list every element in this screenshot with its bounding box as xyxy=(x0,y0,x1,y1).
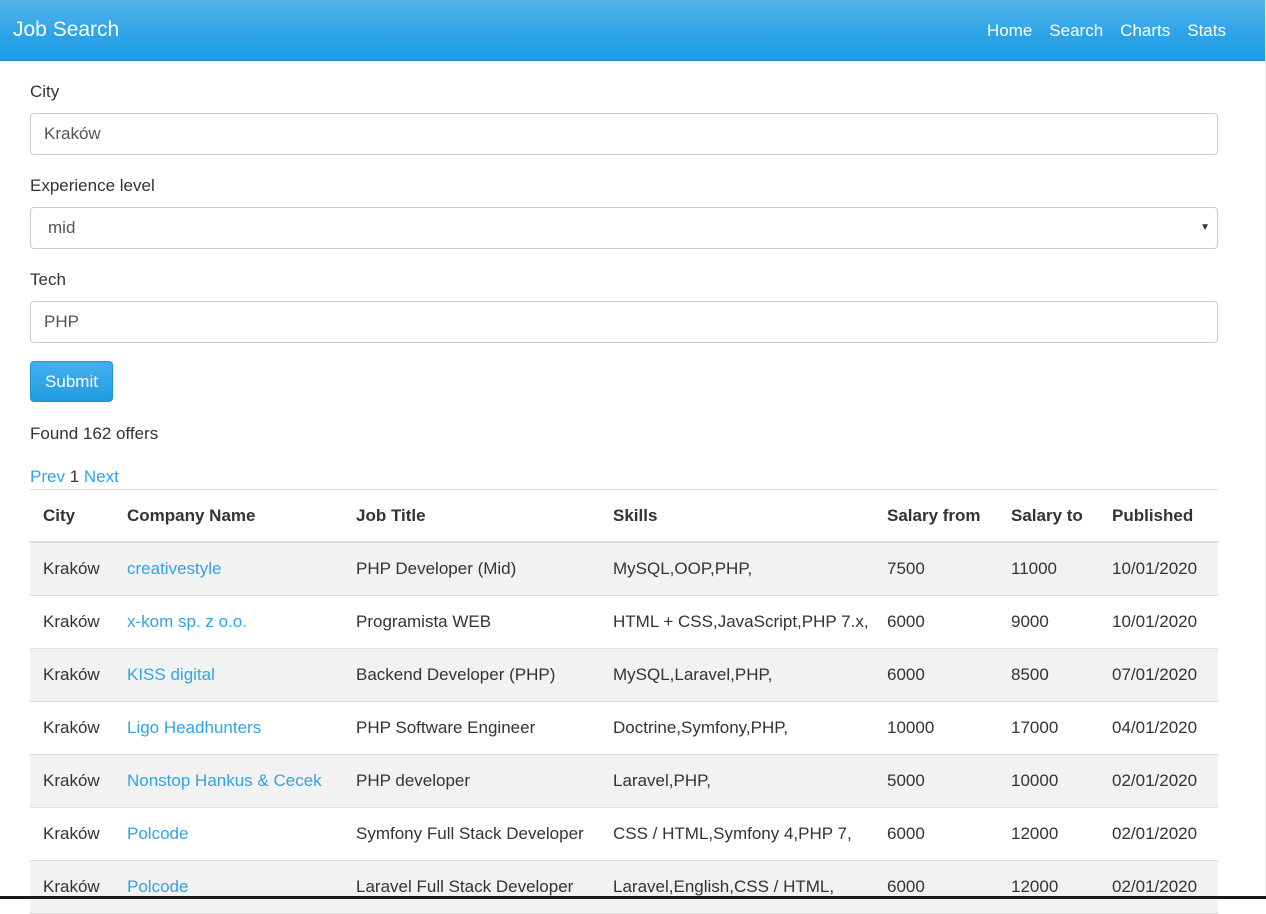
top-navbar: Job Search Home Search Charts Stats xyxy=(0,0,1266,61)
cell-skills: HTML + CSS,JavaScript,PHP 7.x, xyxy=(600,595,874,649)
cell-skills: Laravel,PHP, xyxy=(600,754,874,808)
cell-salary-from: 10000 xyxy=(874,701,998,755)
results-count: Found 162 offers xyxy=(30,424,159,443)
cell-city: Kraków xyxy=(30,542,114,596)
prev-page-link[interactable]: Prev xyxy=(30,467,65,486)
table-row: Kraków KISS digital Backend Developer (P… xyxy=(30,648,1218,702)
table-row: Kraków x-kom sp. z o.o. Programista WEB … xyxy=(30,595,1218,649)
experience-selected-value: mid xyxy=(48,218,76,237)
cell-skills: MySQL,Laravel,PHP, xyxy=(600,648,874,702)
offers-table-wrapper: City Company Name Job Title Skills Salar… xyxy=(30,489,1218,914)
cell-city: Kraków xyxy=(30,754,114,808)
cell-city: Kraków xyxy=(30,860,114,914)
header-skills: Skills xyxy=(600,490,874,543)
cell-skills: CSS / HTML,Symfony 4,PHP 7, xyxy=(600,807,874,861)
cell-job-title: Programista WEB xyxy=(343,595,600,649)
cell-salary-from: 6000 xyxy=(874,595,998,649)
cell-salary-to: 10000 xyxy=(998,754,1099,808)
table-row: Kraków Polcode Laravel Full Stack Develo… xyxy=(30,860,1218,914)
cell-salary-to: 12000 xyxy=(998,860,1099,914)
cell-salary-to: 9000 xyxy=(998,595,1099,649)
city-input[interactable]: Kraków xyxy=(30,113,1218,155)
cell-skills: Laravel,English,CSS / HTML, xyxy=(600,860,874,914)
company-link[interactable]: Ligo Headhunters xyxy=(127,718,261,737)
cell-skills: Doctrine,Symfony,PHP, xyxy=(600,701,874,755)
cell-salary-to: 11000 xyxy=(998,542,1099,596)
city-label: City xyxy=(30,82,60,101)
cell-job-title: Symfony Full Stack Developer xyxy=(343,807,600,861)
nav-charts-link[interactable]: Charts xyxy=(1120,19,1170,43)
nav-stats-link[interactable]: Stats xyxy=(1187,19,1226,43)
table-header-row: City Company Name Job Title Skills Salar… xyxy=(30,490,1218,543)
cell-published: 02/01/2020 xyxy=(1099,807,1218,861)
cell-salary-from: 7500 xyxy=(874,542,998,596)
cell-published: 02/01/2020 xyxy=(1099,860,1218,914)
cell-company: creativestyle xyxy=(114,542,343,596)
cell-city: Kraków xyxy=(30,648,114,702)
current-page: 1 xyxy=(69,467,80,486)
cell-job-title: PHP Software Engineer xyxy=(343,701,600,755)
cell-company: KISS digital xyxy=(114,648,343,702)
header-company-name: Company Name xyxy=(114,490,343,543)
cell-salary-from: 5000 xyxy=(874,754,998,808)
cell-salary-to: 17000 xyxy=(998,701,1099,755)
cell-published: 07/01/2020 xyxy=(1099,648,1218,702)
cell-published: 10/01/2020 xyxy=(1099,542,1218,596)
cell-job-title: PHP Developer (Mid) xyxy=(343,542,600,596)
cell-salary-from: 6000 xyxy=(874,648,998,702)
company-link[interactable]: Nonstop Hankus & Cecek xyxy=(127,771,322,790)
header-salary-to: Salary to xyxy=(998,490,1099,543)
cell-skills: MySQL,OOP,PHP, xyxy=(600,542,874,596)
tech-label: Tech xyxy=(30,270,66,289)
header-salary-from: Salary from xyxy=(874,490,998,543)
cell-company: Polcode xyxy=(114,860,343,914)
company-link[interactable]: x-kom sp. z o.o. xyxy=(127,612,247,631)
nav-search-link[interactable]: Search xyxy=(1049,19,1103,43)
table-row: Kraków Polcode Symfony Full Stack Develo… xyxy=(30,807,1218,861)
cell-published: 02/01/2020 xyxy=(1099,754,1218,808)
cell-published: 10/01/2020 xyxy=(1099,595,1218,649)
table-row: Kraków Nonstop Hankus & Cecek PHP develo… xyxy=(30,754,1218,808)
company-link[interactable]: KISS digital xyxy=(127,665,215,684)
cell-salary-from: 6000 xyxy=(874,807,998,861)
company-link[interactable]: creativestyle xyxy=(127,559,221,578)
cell-company: Polcode xyxy=(114,807,343,861)
cell-city: Kraków xyxy=(30,701,114,755)
cell-company: Nonstop Hankus & Cecek xyxy=(114,754,343,808)
cell-salary-from: 6000 xyxy=(874,860,998,914)
company-link[interactable]: Polcode xyxy=(127,824,188,843)
cell-company: x-kom sp. z o.o. xyxy=(114,595,343,649)
tech-input[interactable]: PHP xyxy=(30,301,1218,343)
nav-links: Home Search Charts Stats xyxy=(987,19,1226,43)
brand-link[interactable]: Job Search xyxy=(13,16,119,44)
cell-published: 04/01/2020 xyxy=(1099,701,1218,755)
submit-button[interactable]: Submit xyxy=(30,361,113,402)
cell-job-title: PHP developer xyxy=(343,754,600,808)
caret-down-icon: ▼ xyxy=(1200,222,1210,233)
cell-city: Kraków xyxy=(30,595,114,649)
cell-company: Ligo Headhunters xyxy=(114,701,343,755)
cell-salary-to: 8500 xyxy=(998,648,1099,702)
offers-table: City Company Name Job Title Skills Salar… xyxy=(30,490,1218,914)
cell-city: Kraków xyxy=(30,807,114,861)
table-row: Kraków Ligo Headhunters PHP Software Eng… xyxy=(30,701,1218,755)
cell-salary-to: 12000 xyxy=(998,807,1099,861)
cell-job-title: Laravel Full Stack Developer xyxy=(343,860,600,914)
cell-job-title: Backend Developer (PHP) xyxy=(343,648,600,702)
table-row: Kraków creativestyle PHP Developer (Mid)… xyxy=(30,542,1218,596)
header-job-title: Job Title xyxy=(343,490,600,543)
pagination: Prev 1 Next xyxy=(30,466,119,488)
nav-home-link[interactable]: Home xyxy=(987,19,1032,43)
company-link[interactable]: Polcode xyxy=(127,877,188,896)
header-published: Published xyxy=(1099,490,1218,543)
header-city: City xyxy=(30,490,114,543)
experience-label: Experience level xyxy=(30,176,155,195)
next-page-link[interactable]: Next xyxy=(84,467,119,486)
experience-select[interactable]: mid ▼ xyxy=(30,207,1218,249)
